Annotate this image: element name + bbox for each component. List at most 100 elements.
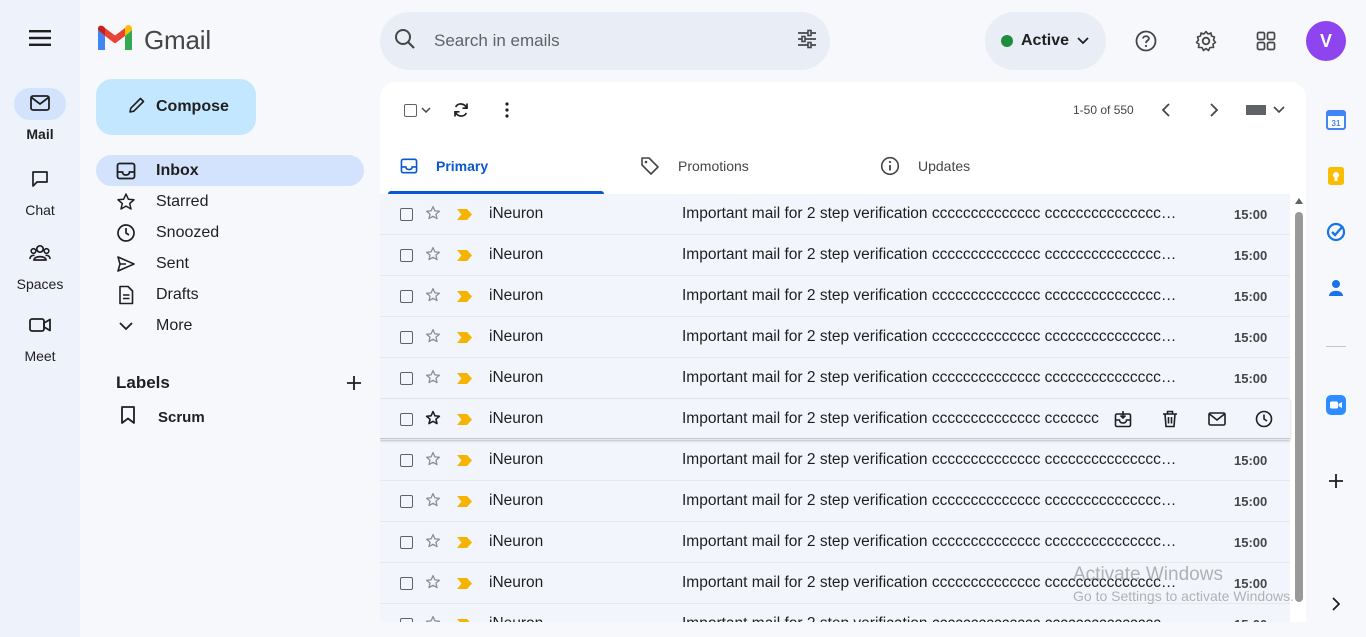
row-checkbox[interactable] bbox=[400, 289, 413, 303]
scroll-up-icon[interactable] bbox=[1295, 198, 1303, 204]
archive-icon[interactable] bbox=[1113, 409, 1133, 429]
row-checkbox[interactable] bbox=[400, 576, 413, 590]
add-addon-icon[interactable] bbox=[1326, 471, 1346, 491]
email-sender: iNeuron bbox=[489, 287, 544, 304]
nav-item-snoozed[interactable]: Snoozed bbox=[96, 217, 364, 248]
star-icon[interactable] bbox=[425, 574, 441, 595]
help-icon[interactable] bbox=[1134, 29, 1158, 53]
gmail-logo[interactable]: Gmail bbox=[96, 24, 211, 57]
avatar[interactable]: V bbox=[1306, 21, 1346, 61]
important-marker-icon[interactable] bbox=[457, 494, 472, 512]
star-icon[interactable] bbox=[425, 533, 441, 554]
mark-read-icon[interactable] bbox=[1207, 409, 1227, 429]
row-checkbox[interactable] bbox=[400, 412, 413, 426]
scrollbar-thumb[interactable] bbox=[1295, 212, 1303, 602]
tab-label: Promotions bbox=[678, 158, 749, 174]
important-marker-icon[interactable] bbox=[457, 207, 472, 225]
tag-icon bbox=[640, 156, 660, 176]
search-input[interactable]: Search in emails bbox=[434, 31, 796, 51]
row-checkbox[interactable] bbox=[400, 453, 413, 467]
email-row[interactable]: iNeuron Important mail for 2 step verific… bbox=[380, 317, 1290, 358]
email-row[interactable]: iNeuron Important mail for 2 step verific… bbox=[380, 235, 1290, 276]
star-icon[interactable] bbox=[425, 369, 441, 390]
draft-icon bbox=[116, 285, 136, 305]
important-marker-icon[interactable] bbox=[457, 289, 472, 307]
more-options-icon[interactable] bbox=[497, 100, 517, 120]
apps-grid-icon[interactable] bbox=[1254, 29, 1278, 53]
prev-page-icon[interactable] bbox=[1156, 100, 1176, 120]
star-icon[interactable] bbox=[425, 246, 441, 267]
tab-promotions[interactable]: Promotions bbox=[620, 138, 844, 194]
nav-item-drafts[interactable]: Drafts bbox=[96, 279, 364, 310]
star-icon[interactable] bbox=[425, 328, 441, 349]
star-icon[interactable] bbox=[425, 287, 441, 308]
row-checkbox[interactable] bbox=[400, 330, 413, 344]
input-tools-icon[interactable] bbox=[1244, 100, 1286, 120]
email-sender: iNeuron bbox=[489, 451, 544, 468]
important-marker-icon[interactable] bbox=[457, 330, 472, 348]
rail-item-chat[interactable]: Chat bbox=[0, 164, 80, 218]
email-row[interactable]: iNeuron Important mail for 2 step verific… bbox=[380, 276, 1290, 317]
rail-item-mail[interactable]: Mail bbox=[0, 88, 80, 142]
important-marker-icon[interactable] bbox=[457, 617, 472, 622]
email-row[interactable]: iNeuron Important mail for 2 step verific… bbox=[380, 399, 1290, 440]
email-row[interactable]: iNeuron Important mail for 2 step verific… bbox=[380, 481, 1290, 522]
label-item-scrum[interactable]: Scrum bbox=[120, 405, 205, 429]
row-checkbox[interactable] bbox=[400, 494, 413, 508]
contacts-icon[interactable] bbox=[1326, 278, 1346, 298]
delete-icon[interactable] bbox=[1160, 409, 1180, 429]
settings-icon[interactable] bbox=[1194, 29, 1218, 53]
important-marker-icon[interactable] bbox=[457, 412, 472, 430]
next-page-icon[interactable] bbox=[1204, 100, 1224, 120]
star-icon[interactable] bbox=[425, 615, 441, 622]
tab-primary[interactable]: Primary bbox=[380, 138, 604, 194]
tab-updates[interactable]: Updates bbox=[860, 138, 1084, 194]
nav-item-more[interactable]: More bbox=[96, 310, 364, 341]
row-checkbox[interactable] bbox=[400, 207, 413, 221]
row-checkbox[interactable] bbox=[400, 617, 413, 622]
search-options-icon[interactable] bbox=[796, 29, 818, 54]
search-bar[interactable]: Search in emails bbox=[380, 12, 830, 70]
category-tabs: Primary Promotions Updates bbox=[380, 138, 1306, 194]
important-marker-icon[interactable] bbox=[457, 576, 472, 594]
chat-icon bbox=[30, 169, 50, 192]
main-menu-icon[interactable] bbox=[26, 26, 54, 50]
star-icon[interactable] bbox=[425, 205, 441, 226]
email-subject: Important mail for 2 step verification c… bbox=[682, 287, 1177, 304]
snooze-icon[interactable] bbox=[1254, 409, 1274, 429]
email-row[interactable]: iNeuron Important mail for 2 step verific… bbox=[380, 604, 1290, 622]
rail-item-meet[interactable]: Meet bbox=[0, 310, 80, 364]
star-icon[interactable] bbox=[425, 451, 441, 472]
email-row[interactable]: iNeuron Important mail for 2 step verific… bbox=[380, 522, 1290, 563]
star-icon[interactable] bbox=[425, 492, 441, 513]
tasks-icon[interactable] bbox=[1326, 222, 1346, 242]
hide-side-panel-icon[interactable] bbox=[1326, 594, 1346, 614]
compose-button[interactable]: Compose bbox=[96, 79, 256, 135]
calendar-icon[interactable]: 31 bbox=[1326, 110, 1346, 130]
row-checkbox[interactable] bbox=[400, 535, 413, 549]
search-icon[interactable] bbox=[394, 28, 416, 55]
email-row[interactable]: iNeuron Important mail for 2 step verific… bbox=[380, 194, 1290, 235]
label-name: Scrum bbox=[158, 408, 205, 426]
row-checkbox[interactable] bbox=[400, 248, 413, 262]
star-icon[interactable] bbox=[425, 410, 441, 431]
status-dot-icon bbox=[1001, 35, 1013, 47]
keep-icon[interactable] bbox=[1326, 166, 1346, 186]
rail-item-spaces[interactable]: Spaces bbox=[0, 238, 80, 292]
zoom-icon[interactable] bbox=[1326, 395, 1346, 415]
add-label-icon[interactable] bbox=[344, 373, 364, 393]
refresh-icon[interactable] bbox=[451, 100, 471, 120]
important-marker-icon[interactable] bbox=[457, 371, 472, 389]
select-dropdown-icon[interactable] bbox=[416, 100, 436, 120]
email-row[interactable]: iNeuron Important mail for 2 step verific… bbox=[380, 358, 1290, 399]
important-marker-icon[interactable] bbox=[457, 453, 472, 471]
important-marker-icon[interactable] bbox=[457, 535, 472, 553]
row-checkbox[interactable] bbox=[400, 371, 413, 385]
important-marker-icon[interactable] bbox=[457, 248, 472, 266]
nav-item-starred[interactable]: Starred bbox=[96, 186, 364, 217]
app-name: Gmail bbox=[144, 25, 211, 55]
email-row[interactable]: iNeuron Important mail for 2 step verific… bbox=[380, 440, 1290, 481]
nav-item-sent[interactable]: Sent bbox=[96, 248, 364, 279]
status-selector[interactable]: Active bbox=[985, 12, 1106, 70]
nav-item-inbox[interactable]: Inbox bbox=[96, 155, 364, 186]
